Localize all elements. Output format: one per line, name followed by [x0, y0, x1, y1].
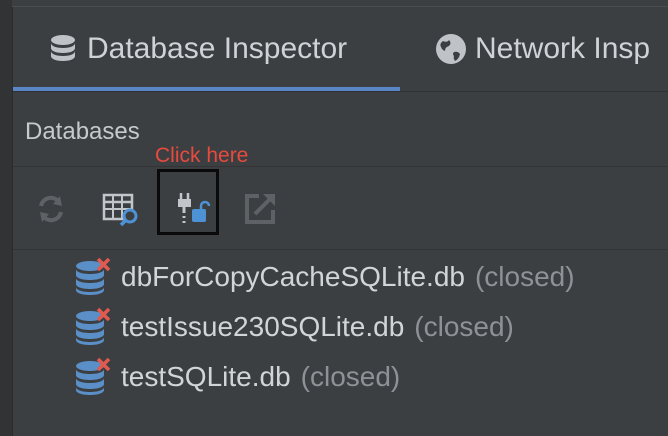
tab-database-inspector-label: Database Inspector	[87, 32, 348, 65]
database-status: (closed)	[300, 361, 401, 392]
databases-section-header: Databases	[13, 92, 668, 167]
closed-database-icon	[76, 357, 111, 395]
annotation-highlight-box	[157, 169, 219, 235]
active-tab-indicator	[13, 87, 400, 91]
database-name: testSQLite.db	[121, 361, 291, 392]
refresh-icon	[39, 195, 63, 223]
click-here-annotation: Click here	[155, 144, 249, 167]
closed-database-icon	[76, 307, 111, 345]
database-item[interactable]: testIssue230SQLite.db (closed)	[73, 304, 514, 350]
toolbar	[13, 167, 668, 250]
left-gutter	[0, 0, 13, 436]
tab-database-inspector[interactable]: Database Inspector	[45, 7, 347, 91]
refresh-button[interactable]	[31, 189, 71, 229]
database-item[interactable]: dbForCopyCacheSQLite.db (closed)	[73, 254, 575, 300]
tab-bar: Database Inspector Network Insp	[13, 7, 668, 92]
database-status: (closed)	[474, 261, 575, 292]
database-list: dbForCopyCacheSQLite.db (closed) testIss…	[13, 250, 668, 436]
export-icon	[245, 194, 275, 224]
top-strip	[12, 0, 668, 7]
globe-icon	[433, 31, 469, 67]
run-query-button[interactable]	[101, 189, 141, 229]
tab-network-inspector-label: Network Insp	[475, 32, 651, 65]
tab-network-inspector[interactable]: Network Insp	[433, 7, 650, 91]
section-title: Databases	[25, 118, 140, 145]
inspector-window: Database Inspector Network Insp Database…	[0, 0, 668, 436]
database-name: dbForCopyCacheSQLite.db	[121, 261, 465, 292]
database-status: (closed)	[414, 311, 514, 342]
table-search-icon	[102, 193, 138, 227]
database-item[interactable]: testSQLite.db (closed)	[73, 354, 400, 400]
export-button[interactable]	[240, 189, 280, 229]
closed-database-icon	[76, 257, 111, 295]
database-name: testIssue230SQLite.db	[121, 311, 405, 342]
database-icon	[45, 31, 81, 67]
